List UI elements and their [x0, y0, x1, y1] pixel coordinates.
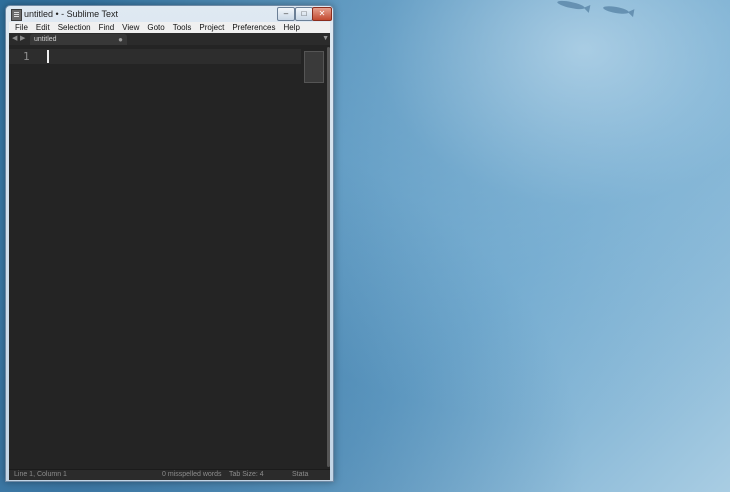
tab-label: untitled — [34, 36, 57, 43]
close-button[interactable]: ✕ — [312, 7, 332, 21]
menu-preferences[interactable]: Preferences — [228, 22, 279, 33]
menu-tools[interactable]: Tools — [169, 22, 196, 33]
fish-decoration — [602, 4, 630, 16]
title-bar[interactable]: untitled • - Sublime Text – □ ✕ — [6, 6, 333, 22]
minimize-button[interactable]: – — [277, 7, 295, 21]
tab-dropdown-icon[interactable]: ▼ — [322, 35, 329, 42]
fish-decoration — [556, 0, 586, 11]
maximize-button[interactable]: □ — [295, 7, 313, 21]
menu-project[interactable]: Project — [195, 22, 228, 33]
spellcheck-status: 0 misspelled words — [162, 471, 222, 478]
tab-next-icon[interactable]: ▶ — [20, 34, 25, 44]
line-number: 1 — [23, 50, 30, 63]
minimap-viewport[interactable] — [304, 51, 324, 83]
menu-find[interactable]: Find — [95, 22, 119, 33]
text-caret — [47, 50, 49, 63]
vertical-scrollbar[interactable] — [327, 47, 330, 467]
menu-help[interactable]: Help — [279, 22, 303, 33]
tab-size-setting[interactable]: Tab Size: 4 — [229, 470, 264, 480]
tab-bar: ◀ ▶ untitled ● ▼ — [9, 33, 330, 45]
sublime-app-icon — [11, 9, 22, 21]
text-editor[interactable]: 1 — [9, 45, 330, 469]
menu-bar: File Edit Selection Find View Goto Tools… — [9, 22, 330, 33]
status-bar: Line 1, Column 1 0 misspelled words Tab … — [9, 469, 330, 480]
menu-edit[interactable]: Edit — [32, 22, 54, 33]
syntax-selector[interactable]: Stata — [292, 470, 308, 480]
tab-untitled[interactable]: untitled ● — [30, 34, 127, 45]
unsaved-dot-icon[interactable]: ● — [118, 34, 123, 45]
menu-view[interactable]: View — [118, 22, 143, 33]
editor-client-area: ◀ ▶ untitled ● ▼ 1 Line 1, Column 1 0 mi… — [9, 33, 330, 480]
window-title: untitled • - Sublime Text — [24, 9, 119, 19]
tab-prev-icon[interactable]: ◀ — [12, 34, 17, 44]
menu-selection[interactable]: Selection — [54, 22, 95, 33]
current-line-highlight — [9, 49, 301, 64]
cursor-position: Line 1, Column 1 — [14, 471, 67, 478]
menu-goto[interactable]: Goto — [143, 22, 168, 33]
sublime-text-window: untitled • - Sublime Text – □ ✕ File Edi… — [5, 5, 334, 482]
menu-file[interactable]: File — [9, 22, 32, 33]
